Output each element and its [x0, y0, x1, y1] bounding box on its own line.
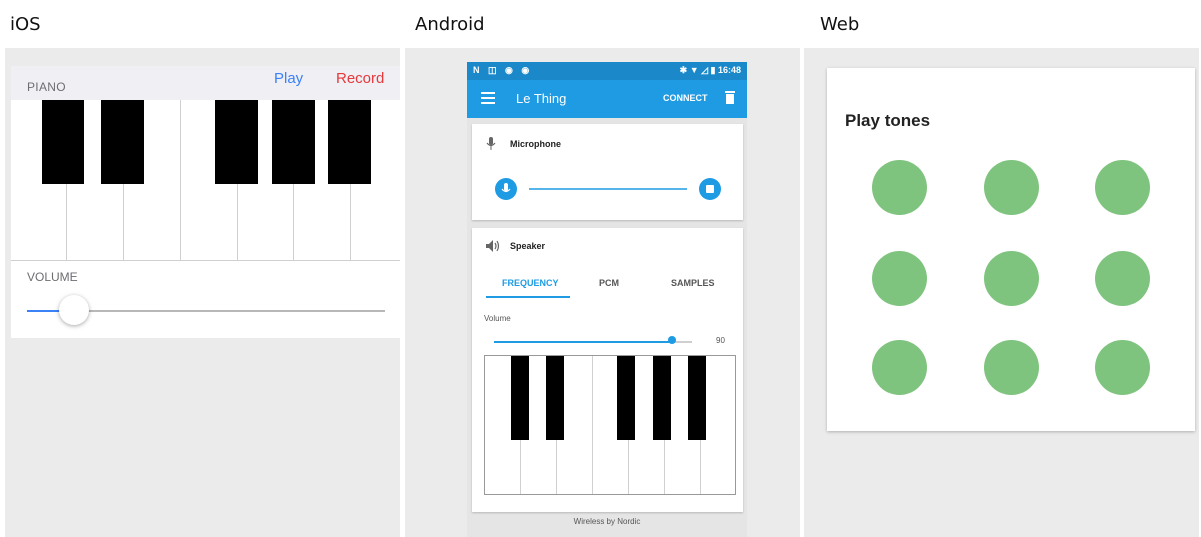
black-key[interactable] [215, 100, 258, 184]
status-icons: N ◫ ◉ ◉ [473, 65, 533, 75]
android-volume-fill [494, 341, 672, 343]
black-key[interactable] [272, 100, 315, 184]
android-column-title: Android [415, 14, 485, 35]
stop-button[interactable] [699, 178, 721, 200]
status-time: ✱ ▼ ◿ ▮ 16:48 [679, 65, 741, 75]
play-tones-title: Play tones [845, 111, 931, 130]
tone-button[interactable] [984, 340, 1039, 395]
app-toolbar: Le Thing CONNECT [467, 80, 747, 118]
black-key[interactable] [328, 100, 371, 184]
android-volume-slider[interactable] [494, 341, 692, 343]
black-key[interactable] [617, 356, 635, 440]
tone-button[interactable] [1095, 340, 1150, 395]
black-key[interactable] [653, 356, 671, 440]
speaker-card: Speaker FREQUENCY PCM SAMPLES Volume 90 [472, 228, 743, 512]
speaker-icon [486, 240, 500, 252]
android-volume-thumb[interactable] [668, 336, 676, 344]
microphone-icon [486, 137, 496, 150]
speaker-title: Speaker [510, 241, 546, 251]
record-mic-button[interactable] [495, 178, 517, 200]
ios-piano-label: PIANO [27, 80, 66, 94]
white-key[interactable] [701, 356, 735, 494]
ios-piano-header: PIANO Play Record [11, 66, 400, 100]
tone-button[interactable] [984, 251, 1039, 306]
tab-samples[interactable]: SAMPLES [671, 278, 715, 288]
black-key[interactable] [546, 356, 564, 440]
microphone-card: Microphone [472, 124, 743, 220]
footer-text: Wireless by Nordic [573, 517, 641, 526]
divider [11, 260, 400, 261]
play-button[interactable]: Play [274, 70, 303, 87]
connect-button[interactable]: CONNECT [663, 93, 708, 103]
web-column-title: Web [820, 14, 860, 35]
microphone-icon [501, 183, 511, 193]
android-phone-screen: N ◫ ◉ ◉ ✱ ▼ ◿ ▮ 16:48 Le Thing CONNECT M… [467, 62, 747, 537]
tone-button[interactable] [1095, 251, 1150, 306]
tone-button[interactable] [872, 251, 927, 306]
record-button[interactable]: Record [336, 70, 384, 87]
android-volume-label: Volume [484, 314, 511, 323]
tone-button[interactable] [872, 160, 927, 215]
audio-waveform [529, 188, 687, 190]
tab-pcm[interactable]: PCM [599, 278, 619, 288]
tone-button[interactable] [1095, 160, 1150, 215]
android-piano-keyboard [484, 355, 736, 495]
microphone-title: Microphone [510, 139, 561, 149]
black-key[interactable] [101, 100, 144, 184]
tone-button[interactable] [872, 340, 927, 395]
menu-icon[interactable] [481, 92, 495, 104]
black-key[interactable] [42, 100, 84, 184]
status-bar: N ◫ ◉ ◉ ✱ ▼ ◿ ▮ 16:48 [467, 62, 747, 80]
ios-piano-card: PIANO Play Record VOLUME [11, 66, 400, 338]
ios-column-title: iOS [10, 14, 41, 35]
stop-icon [706, 185, 714, 193]
delete-icon[interactable] [725, 91, 735, 104]
android-volume-value: 90 [716, 336, 725, 345]
black-key[interactable] [511, 356, 529, 440]
ios-piano-keyboard [11, 100, 400, 260]
play-tones-card: Play tones [827, 68, 1195, 431]
black-key[interactable] [688, 356, 706, 440]
tone-button[interactable] [984, 160, 1039, 215]
ios-volume-label: VOLUME [27, 270, 78, 284]
tab-frequency[interactable]: FREQUENCY [502, 278, 559, 288]
toolbar-title: Le Thing [516, 91, 567, 106]
ios-volume-thumb[interactable] [59, 295, 89, 325]
active-tab-indicator [486, 296, 570, 298]
